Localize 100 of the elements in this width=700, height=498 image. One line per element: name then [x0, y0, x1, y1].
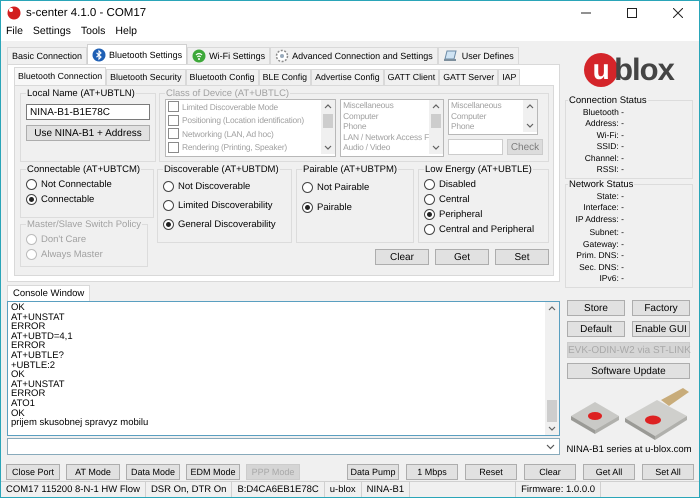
checkbox-label: Rendering (Printing, Speaker)	[182, 142, 287, 152]
radio-label: Not Pairable	[317, 182, 370, 192]
radio-button[interactable]	[26, 179, 37, 190]
console-line: +UBTLE:2	[11, 360, 56, 370]
tab[interactable]: Wi-Fi Settings	[187, 47, 270, 64]
radio-button[interactable]	[302, 182, 313, 192]
menu-item[interactable]: Help	[115, 25, 137, 37]
status-field: Address: -	[585, 118, 624, 128]
radio-label: Pairable	[317, 202, 352, 212]
tab[interactable]: GATT Server	[439, 69, 498, 85]
mode-button[interactable]: AT Mode	[66, 464, 120, 480]
group-title: Local Name (AT+UBTLN)	[26, 88, 136, 99]
menu-item[interactable]: File	[6, 25, 23, 37]
radio-label: Limited Discoverability	[178, 200, 273, 211]
side-button[interactable]: Software Update	[567, 363, 690, 379]
radio-button[interactable]	[302, 202, 313, 212]
control-button[interactable]: Reset	[465, 464, 517, 480]
radio-button[interactable]	[26, 194, 37, 205]
group-title: Connectable (AT+UBTCM)	[26, 164, 142, 175]
tab[interactable]: Advanced Connection and Settings	[270, 47, 438, 64]
tab[interactable]: Bluetooth Config	[186, 69, 259, 85]
group-title: Discoverable (AT+UBTDM)	[163, 164, 280, 175]
checkbox-label: Networking (LAN, Ad hoc)	[182, 128, 274, 139]
radio-label: Don't Care	[41, 234, 86, 245]
radio-label: General Discoverability	[178, 219, 276, 230]
action-button[interactable]: Set	[495, 249, 549, 265]
menu-item[interactable]: Settings	[32, 25, 71, 37]
group-title: Class of Device (AT+UBTLC)	[165, 88, 290, 99]
status-text: Firmware: 1.0.0.0	[516, 482, 602, 497]
group-title: Low Energy (AT+UBTLE)	[424, 164, 533, 175]
side-button[interactable]: Factory	[632, 300, 690, 316]
tab[interactable]: IAP	[498, 69, 520, 85]
radio-button[interactable]	[424, 224, 435, 235]
status-text: COM17 115200 8-N-1 HW Flow	[1, 482, 146, 497]
group-title: Connection Status	[568, 95, 648, 106]
console-line: ERROR	[11, 389, 46, 399]
mode-button[interactable]: Data Mode	[126, 464, 180, 480]
maximize-icon[interactable]	[627, 8, 637, 18]
radio-label: Central and Peripheral	[439, 224, 534, 235]
status-text: NINA-B1	[362, 482, 410, 497]
product-caption: NINA-B1 series at u-blox.com	[565, 444, 693, 455]
tab[interactable]: Basic Connection	[7, 47, 88, 64]
mode-button[interactable]: EDM Mode	[186, 464, 240, 480]
radio-button[interactable]	[424, 209, 435, 220]
tab[interactable]: Bluetooth Connection	[14, 67, 106, 85]
radio-button[interactable]	[163, 181, 174, 192]
side-button[interactable]: Default	[567, 321, 625, 337]
console-line: OK	[11, 408, 25, 418]
tab[interactable]: BLE Config	[258, 69, 312, 85]
tab[interactable]: GATT Client	[384, 69, 440, 85]
tab[interactable]: Bluetooth Security	[106, 69, 186, 85]
control-button[interactable]: 1 Mbps	[406, 464, 458, 480]
console-line: prijem skusobnej spravyz mobilu	[11, 418, 148, 428]
name-input-field[interactable]: NINA-B1-B1E78C	[26, 104, 150, 120]
address-button[interactable]: Use NINA-B1 + Address	[26, 125, 150, 141]
console-line: AT+UBTLE?	[11, 350, 64, 361]
status-text: u-blox	[324, 482, 362, 497]
laptop-icon	[442, 49, 459, 63]
radio-label: Connectable	[41, 194, 94, 205]
control-button[interactable]: Get All	[583, 464, 635, 480]
status-field: IPv6: -	[599, 273, 624, 284]
console-line: AT+UNSTAT	[11, 380, 65, 390]
console-line: OK	[11, 370, 25, 380]
scrollbar[interactable]	[545, 302, 559, 435]
radio-button[interactable]	[424, 179, 435, 190]
group-title: Master/Slave Switch Policy	[26, 219, 142, 230]
console-line: AT+UNSTAT	[11, 312, 65, 322]
radio-button[interactable]	[424, 194, 435, 205]
tab[interactable]: Bluetooth Settings	[87, 44, 188, 64]
close-icon[interactable]	[673, 8, 683, 18]
radio-label: Not Discoverable	[178, 181, 250, 192]
side-button[interactable]: Enable GUI	[632, 321, 690, 337]
tab[interactable]: Advertise Config	[311, 69, 384, 85]
control-button[interactable]: Set All	[642, 464, 694, 480]
action-button[interactable]: Get	[435, 249, 489, 265]
status-field: Sec. DNS: -	[579, 262, 624, 272]
status-field: Channel: -	[584, 152, 624, 163]
status-field: Gateway: -	[582, 238, 624, 249]
tab[interactable]: Console Window	[7, 285, 90, 301]
side-button[interactable]: Store	[567, 300, 625, 316]
tab[interactable]: User Defines	[438, 47, 519, 64]
mode-button[interactable]: Close Port	[6, 464, 60, 480]
radio-label: Disabled	[439, 179, 476, 190]
status-field: Wi-Fi: -	[596, 130, 624, 140]
action-button[interactable]: Clear	[375, 249, 429, 265]
status-field: Prim. DNS: -	[576, 250, 624, 260]
radio-label: Peripheral	[439, 209, 482, 220]
control-button[interactable]: Data Pump	[347, 464, 399, 480]
group-title: Network Status	[568, 179, 634, 190]
radio-label: Always Master	[41, 249, 103, 260]
control-button[interactable]: Clear	[524, 464, 576, 480]
menu-item[interactable]: Tools	[80, 25, 106, 37]
status-field: Bluetooth -	[582, 106, 624, 117]
status-field: Interface: -	[583, 202, 624, 212]
radio-label: Not Connectable	[41, 179, 112, 190]
radio-button[interactable]	[163, 219, 174, 230]
console-line: ATO1	[11, 398, 35, 409]
radio-button[interactable]	[163, 200, 174, 211]
checkbox-label: Limited Discoverable Mode	[182, 102, 278, 112]
status-field: RSSI: -	[596, 164, 624, 174]
